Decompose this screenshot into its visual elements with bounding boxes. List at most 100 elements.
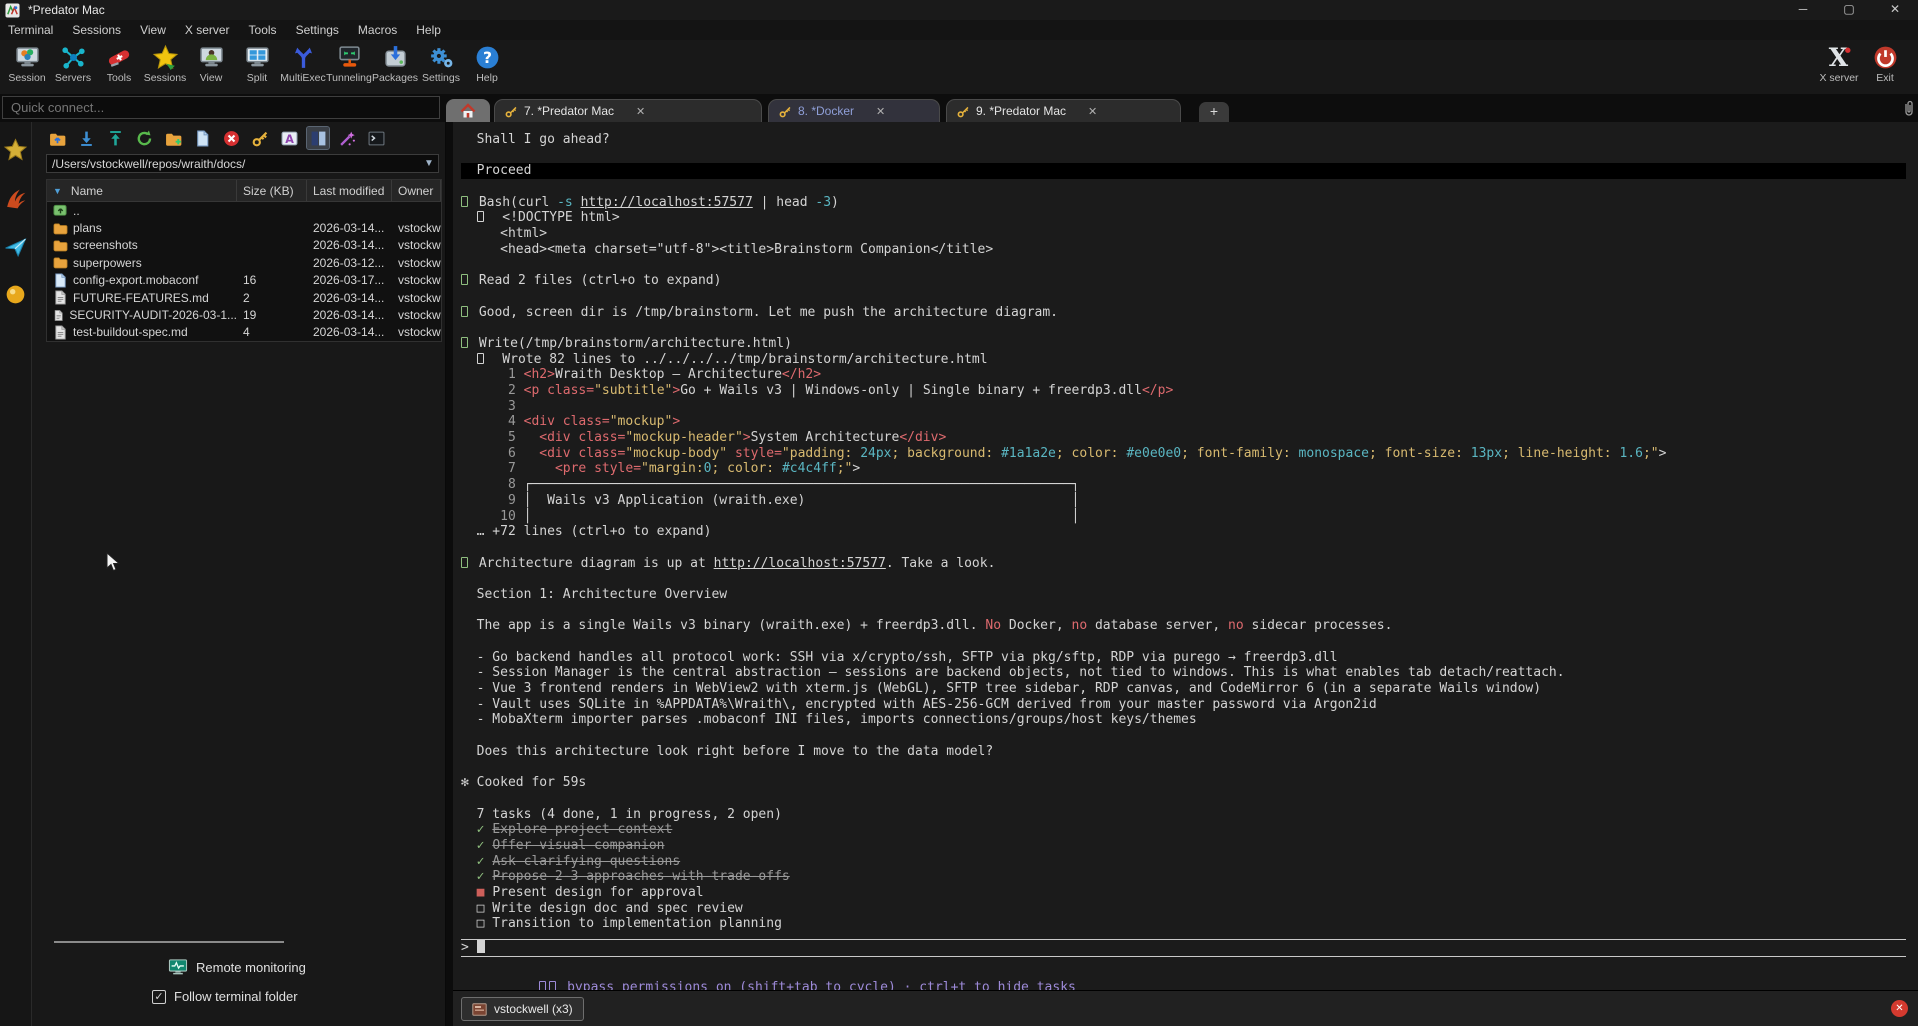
menu-view[interactable]: View: [140, 23, 166, 37]
tab-close-icon[interactable]: ✕: [876, 105, 885, 118]
input-box[interactable]: > bypass permissions on (shift+tab to cy…: [461, 939, 1908, 980]
menu-help[interactable]: Help: [416, 23, 441, 37]
new-tab-button[interactable]: +: [1199, 102, 1229, 122]
column-header-size-kb-[interactable]: Size (KB): [237, 180, 307, 201]
toolbar-x-server-button[interactable]: XX server: [1816, 42, 1862, 84]
key-icon: [957, 105, 970, 118]
menu-terminal[interactable]: Terminal: [8, 23, 53, 37]
upload-icon[interactable]: [104, 127, 126, 149]
file-row[interactable]: superpowers2026-03-12...vstockw: [47, 254, 441, 271]
menu-settings[interactable]: Settings: [296, 23, 339, 37]
toolbar-servers-button[interactable]: Servers: [50, 42, 96, 84]
path-bar[interactable]: /Users/vstockwell/repos/wraith/docs/ ▼: [46, 154, 439, 173]
toolbar-packages-button[interactable]: Packages: [372, 42, 418, 84]
packages-icon: [382, 42, 409, 72]
toolbar-settings-button[interactable]: Settings: [418, 42, 464, 84]
toolbar-label: Exit: [1876, 72, 1894, 84]
file-row[interactable]: FUTURE-FEATURES.md22026-03-14...vstockw: [47, 289, 441, 306]
toolbar-help-button[interactable]: ?Help: [464, 42, 510, 84]
toolbar-tools-button[interactable]: Tools: [96, 42, 142, 84]
refresh-icon[interactable]: [133, 127, 155, 149]
sidebar-tab-sessions[interactable]: [2, 134, 30, 166]
sidebar-tab-tools[interactable]: [2, 182, 30, 214]
svg-text:A: A: [285, 132, 294, 145]
toolbar-sessions-button[interactable]: Sessions: [142, 42, 188, 84]
column-header-name[interactable]: ▼Name: [47, 180, 237, 201]
terminal-line: - Vault uses SQLite in %APPDATA%\Wraith\…: [461, 697, 1908, 713]
key-icon[interactable]: [249, 127, 271, 149]
maximize-icon[interactable]: ▢: [1826, 0, 1872, 20]
follow-terminal-folder[interactable]: ✓ Follow terminal folder: [32, 989, 445, 1004]
dual-pane-icon[interactable]: [307, 127, 329, 149]
stop-session-icon[interactable]: ✕: [1891, 1000, 1908, 1017]
sidebar-tab-macros[interactable]: [2, 230, 30, 262]
tab-close-icon[interactable]: ✕: [1088, 105, 1097, 118]
toolbar-exit-button[interactable]: Exit: [1862, 42, 1908, 84]
input-box-bottom-border: [461, 956, 1906, 957]
toolbar-split-button[interactable]: Split: [234, 42, 280, 84]
terminal-line: - MobaXterm importer parses .mobaconf IN…: [461, 712, 1908, 728]
file-row[interactable]: ..: [47, 202, 441, 219]
menu-tools[interactable]: Tools: [249, 23, 277, 37]
download-icon[interactable]: [75, 127, 97, 149]
minimize-icon[interactable]: ─: [1780, 0, 1826, 20]
home-tab[interactable]: [446, 99, 490, 122]
toolbar-session-button[interactable]: Session: [4, 42, 50, 84]
key-icon: [505, 105, 518, 118]
tunneling-icon: [336, 42, 363, 72]
file-row[interactable]: screenshots2026-03-14...vstockw: [47, 237, 441, 254]
help-icon: ?: [474, 42, 501, 72]
chevron-down-icon[interactable]: ▼: [420, 158, 438, 169]
panel-splitter[interactable]: [446, 122, 453, 1026]
tab-close-icon[interactable]: ✕: [636, 105, 645, 118]
paperclip-icon[interactable]: [1902, 100, 1916, 116]
menu-x-server[interactable]: X server: [185, 23, 230, 37]
toolbar-label: Help: [476, 72, 498, 84]
column-header-last-modified[interactable]: Last modified: [307, 180, 392, 201]
column-header-owner[interactable]: Owner: [392, 180, 441, 201]
terminal[interactable]: Shall I go ahead? Proceed Bash(curl -s h…: [453, 122, 1918, 990]
delete-icon[interactable]: [220, 127, 242, 149]
sessions-icon: [152, 42, 179, 72]
file-row[interactable]: test-buildout-spec.md42026-03-14...vstoc…: [47, 324, 441, 341]
terminal-line: [461, 634, 1908, 650]
sftp-toolbar: A: [32, 122, 445, 153]
file-name: ..: [47, 203, 237, 218]
file-icon: [53, 273, 68, 288]
tab-8-docker[interactable]: 8. *Docker✕: [768, 99, 940, 122]
toolbar-label: Sessions: [144, 72, 187, 84]
quick-connect-input[interactable]: [2, 96, 440, 119]
tab-label: 7. *Predator Mac: [524, 104, 614, 118]
checkbox-icon[interactable]: ✓: [152, 990, 166, 1004]
new-file-icon[interactable]: [191, 127, 213, 149]
wand-icon[interactable]: [336, 127, 358, 149]
tab-7-predator-mac[interactable]: 7. *Predator Mac ✕: [494, 99, 762, 122]
close-icon[interactable]: ✕: [1872, 0, 1918, 20]
sidebar-tab-sftp[interactable]: [2, 278, 30, 310]
toolbar-multiexec-button[interactable]: MultiExec: [280, 42, 326, 84]
rename-icon[interactable]: A: [278, 127, 300, 149]
prompt-row[interactable]: >: [461, 940, 1908, 956]
menu-sessions[interactable]: Sessions: [72, 23, 121, 37]
parent-dir-icon[interactable]: [46, 127, 68, 149]
file-name: screenshots: [47, 238, 237, 253]
terminal-icon[interactable]: [365, 127, 387, 149]
tab-row: 7. *Predator Mac✕8. *Docker✕9. *Predator…: [0, 94, 1918, 122]
file-row[interactable]: SECURITY-AUDIT-2026-03-1...192026-03-14.…: [47, 306, 441, 323]
folder-icon: [53, 221, 68, 236]
file-row[interactable]: plans2026-03-14...vstockw: [47, 219, 441, 236]
session-taskbar-tab[interactable]: vstockwell (x3): [461, 997, 584, 1021]
toolbar-view-button[interactable]: View: [188, 42, 234, 84]
remote-monitoring[interactable]: Remote monitoring: [32, 959, 445, 975]
menu-macros[interactable]: Macros: [358, 23, 397, 37]
file-row[interactable]: config-export.mobaconf162026-03-17...vst…: [47, 272, 441, 289]
toolbar-tunneling-button[interactable]: Tunneling: [326, 42, 372, 84]
mobaxterm-window: *Predator Mac ─ ▢ ✕ TerminalSessionsView…: [0, 0, 1918, 1026]
tab-9-predator-mac[interactable]: 9. *Predator Mac✕: [946, 99, 1181, 122]
terminal-line: 3: [461, 399, 1908, 415]
new-folder-icon[interactable]: [162, 127, 184, 149]
session-thumbnail-icon: [472, 1003, 487, 1016]
terminal-line: - Session Manager is the central abstrac…: [461, 665, 1908, 681]
terminal-line: 2 <p class="subtitle">Go + Wails v3 | Wi…: [461, 383, 1908, 399]
path-value[interactable]: /Users/vstockwell/repos/wraith/docs/: [47, 157, 420, 171]
